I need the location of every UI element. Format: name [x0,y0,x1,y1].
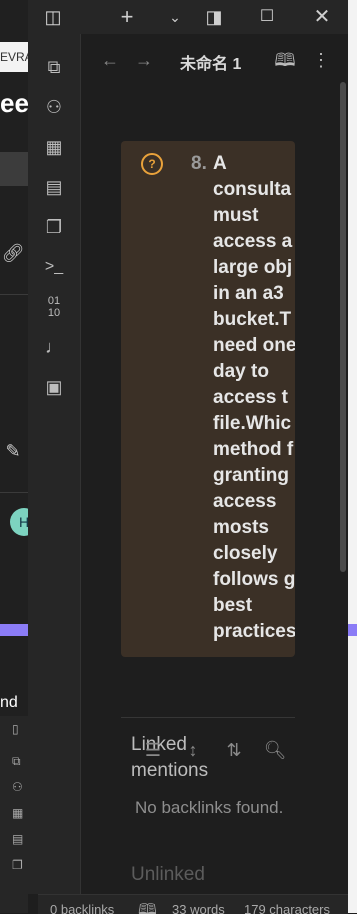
unlinked-mentions-title[interactable]: Unlinked [131,864,205,886]
no-backlinks-message: No backlinks found. [135,798,284,817]
background-bar [0,152,28,186]
sidebar-toggle-icon: ▯ [12,722,19,736]
collapse-results-icon[interactable]: ☰ [141,738,165,762]
search-filter-icon[interactable]: 🔍︎ [263,738,287,762]
plus-icon[interactable]: + [114,4,140,30]
accent-stripe [348,624,357,636]
calendar-icon[interactable]: ▤ [41,174,67,200]
status-bar: 0 backlinks 🕮︎ 33 words 179 characters [38,894,348,914]
split-view-icon[interactable]: ◨ [201,4,227,30]
right-background-edge [348,0,357,913]
word-count: 33 words [172,902,225,914]
pencil-icon: ✎ [5,441,21,461]
copy-icon: ❐ [12,858,23,872]
left-ribbon: ⧉ ⚇ ▦ ▤ ❐ >_ 01 10 ♩ ▣ [28,34,81,894]
link-icon: 🔗︎ [1,243,25,263]
reading-view-icon[interactable]: 🕮︎ [273,48,297,72]
graph-icon[interactable]: ⚇ [41,94,67,120]
graph-icon: ⚇ [12,780,23,794]
chevron-down-icon[interactable]: ⌄ [162,4,188,30]
callout-text: A consulta must access a large obj in an… [213,153,295,642]
note-title[interactable]: 未命名 1 [180,50,241,74]
title-bar: ◫ + ⌄ ◨ ☐ ✕ [28,0,348,34]
calendar-icon: ▤ [12,832,24,846]
background-divider [0,294,28,295]
maximize-icon[interactable]: ☐ [254,4,280,30]
background-mini-sidebar: ▯ ⧉ ⚇ ▦ ▤ ❐ [0,716,28,913]
callout-block[interactable]: ? 8. A consulta must access a large obj … [121,141,295,657]
scrollbar[interactable] [340,82,346,572]
copy-icon[interactable]: ❐ [41,214,67,240]
background-tab: EVRA [0,42,28,72]
terminal-icon[interactable]: >_ [41,254,67,280]
back-arrow-icon[interactable]: ← [98,48,122,72]
more-options-icon[interactable]: ⋮ [309,48,333,72]
backlinks-divider [121,717,295,718]
question-icon: ? [141,153,163,175]
file-switcher-icon: ⧉ [12,754,21,768]
show-more-context-icon[interactable]: ↕ [181,738,205,762]
layout-icon[interactable]: ▣ [41,374,67,400]
background-text: nd [0,694,18,711]
list-number: 8. [191,153,207,174]
close-icon[interactable]: ✕ [309,4,335,30]
canvas-icon[interactable]: ▦ [41,134,67,160]
forward-arrow-icon[interactable]: → [132,48,156,72]
microphone-icon[interactable]: ♩ [41,334,67,360]
character-count: 179 characters [244,902,330,914]
canvas-icon: ▦ [12,806,24,820]
file-switcher-icon[interactable]: ⧉ [41,54,67,80]
sort-icon[interactable]: ⇅ [222,738,246,762]
reading-icon[interactable]: 🕮︎ [138,899,157,914]
background-divider [0,492,28,493]
view-header: ← → 未命名 1 🕮︎ ⋮ [80,40,348,80]
sidebar-toggle-icon[interactable]: ◫ [40,4,66,30]
binary-icon[interactable]: 01 10 [41,294,67,321]
backlinks-count[interactable]: 0 backlinks [50,902,114,914]
accent-stripe [0,624,28,636]
